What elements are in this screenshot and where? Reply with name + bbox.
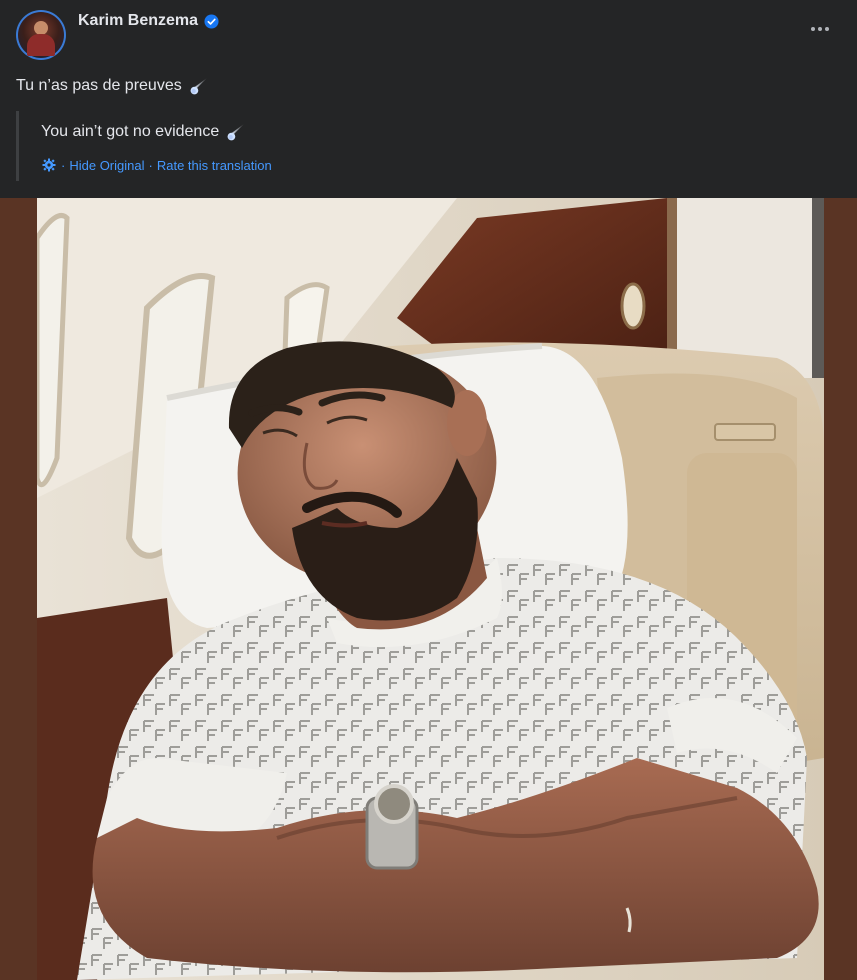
translation-tools: · Hide Original · Rate this translation [41,157,272,173]
author-avatar[interactable] [16,10,66,60]
hide-original-link[interactable]: Hide Original [69,158,144,173]
translated-text-content: You ain’t got no evidence [41,123,220,140]
post-photo[interactable] [37,198,824,980]
comet-emoji-icon [190,77,207,95]
verified-badge-icon [204,13,219,29]
rate-translation-link[interactable]: Rate this translation [157,158,272,173]
post-header: Karim Benzema Tu n’as pas de preuves You… [0,0,857,198]
post-text-content: Tu n’as pas de preuves [16,77,182,94]
post-photo-frame [0,198,857,980]
author-row: Karim Benzema [78,12,219,30]
photo-illustration [37,198,824,980]
separator: · [148,157,153,173]
comet-emoji-icon [227,123,245,141]
author-name[interactable]: Karim Benzema [78,12,198,30]
more-options-icon[interactable] [811,24,833,34]
translation-block: You ain’t got no evidence · Hide Origina… [16,111,619,181]
gear-icon[interactable] [41,157,57,173]
separator: · [61,157,66,173]
translated-text: You ain’t got no evidence [41,121,247,143]
post-text: Tu n’as pas de preuves [16,75,210,97]
